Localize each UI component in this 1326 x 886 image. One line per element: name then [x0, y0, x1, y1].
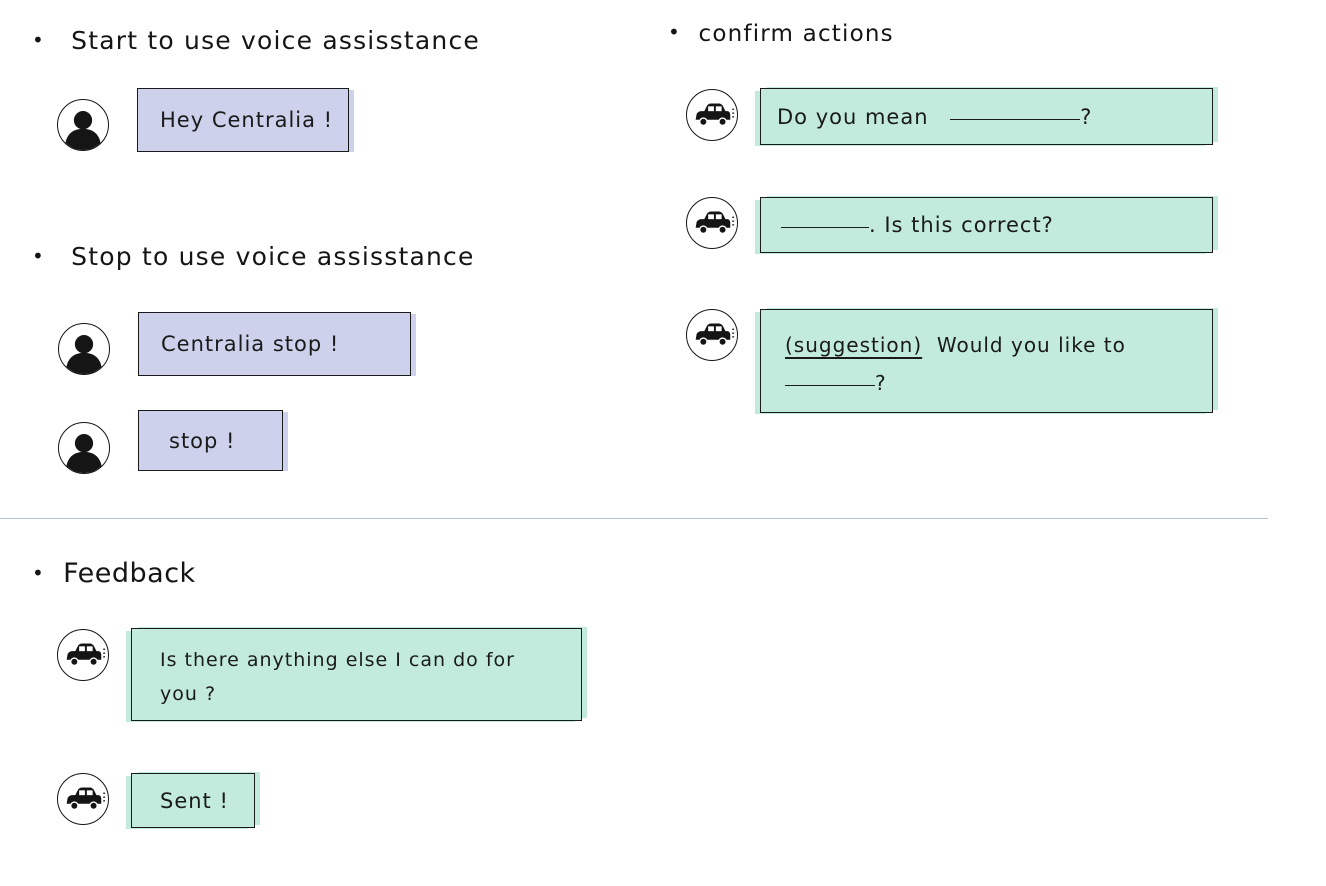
message-sent: Sent ! — [131, 773, 255, 828]
blank-line — [785, 385, 875, 386]
car-assistant-svg — [66, 643, 106, 667]
user-avatar-svg — [64, 111, 102, 150]
user-avatar-icon — [58, 422, 110, 474]
user-avatar-icon — [57, 99, 109, 151]
blank-line — [950, 118, 1081, 120]
car-assistant-icon — [686, 89, 738, 141]
heading-confirm-actions: confirm actions — [668, 20, 894, 47]
blank-line — [781, 227, 869, 228]
do-you-mean-prefix: Do you mean — [777, 104, 929, 129]
would-you-like-text: Would you like to — [936, 333, 1126, 357]
car-assistant-icon — [686, 309, 738, 361]
message-is-this-correct: . Is this correct? — [760, 197, 1213, 253]
message-anything-else-text: Is there anything else I can do for you … — [160, 649, 515, 705]
car-assistant-icon — [57, 629, 109, 681]
heading-feedback-text: Feedback — [63, 558, 196, 589]
user-avatar-icon — [58, 323, 110, 375]
message-centralia-stop: Centralia stop ! — [138, 312, 411, 376]
heading-feedback: Feedback — [32, 558, 196, 589]
message-sent-text: Sent ! — [160, 788, 229, 813]
section-divider — [0, 518, 1268, 519]
car-assistant-svg — [66, 787, 106, 811]
user-avatar-svg — [65, 335, 103, 374]
message-hey-centralia-text: Hey Centralia ! — [160, 108, 334, 132]
heading-start-voice-text: Start to use voice assisstance — [71, 26, 480, 55]
user-avatar-svg — [65, 434, 103, 473]
do-you-mean-suffix: ? — [1080, 104, 1093, 129]
message-stop-text: stop ! — [169, 428, 236, 453]
message-anything-else: Is there anything else I can do for you … — [131, 628, 582, 721]
message-do-you-mean-text: Do you mean ? — [777, 100, 1092, 134]
suggestion-placeholder: (suggestion) — [785, 333, 923, 357]
car-assistant-svg — [695, 103, 735, 127]
car-assistant-icon — [57, 773, 109, 825]
message-suggestion: (suggestion) Would you like to ? — [760, 309, 1213, 413]
message-centralia-stop-text: Centralia stop ! — [161, 332, 340, 356]
message-is-this-correct-text: . Is this correct? — [781, 208, 1054, 242]
message-stop: stop ! — [138, 410, 283, 471]
car-assistant-svg — [695, 211, 735, 235]
car-assistant-svg — [695, 323, 735, 347]
is-correct-suffix: . Is this correct? — [869, 213, 1054, 237]
heading-start-voice: Start to use voice assisstance — [32, 26, 480, 55]
message-suggestion-text: (suggestion) Would you like to ? — [785, 326, 1190, 402]
message-do-you-mean: Do you mean ? — [760, 88, 1213, 145]
heading-stop-voice-text: Stop to use voice assisstance — [71, 242, 475, 271]
heading-confirm-actions-text: confirm actions — [698, 21, 894, 47]
heading-stop-voice: Stop to use voice assisstance — [32, 242, 475, 271]
message-hey-centralia: Hey Centralia ! — [137, 88, 349, 152]
car-assistant-icon — [686, 197, 738, 249]
would-you-like-suffix: ? — [875, 371, 887, 395]
